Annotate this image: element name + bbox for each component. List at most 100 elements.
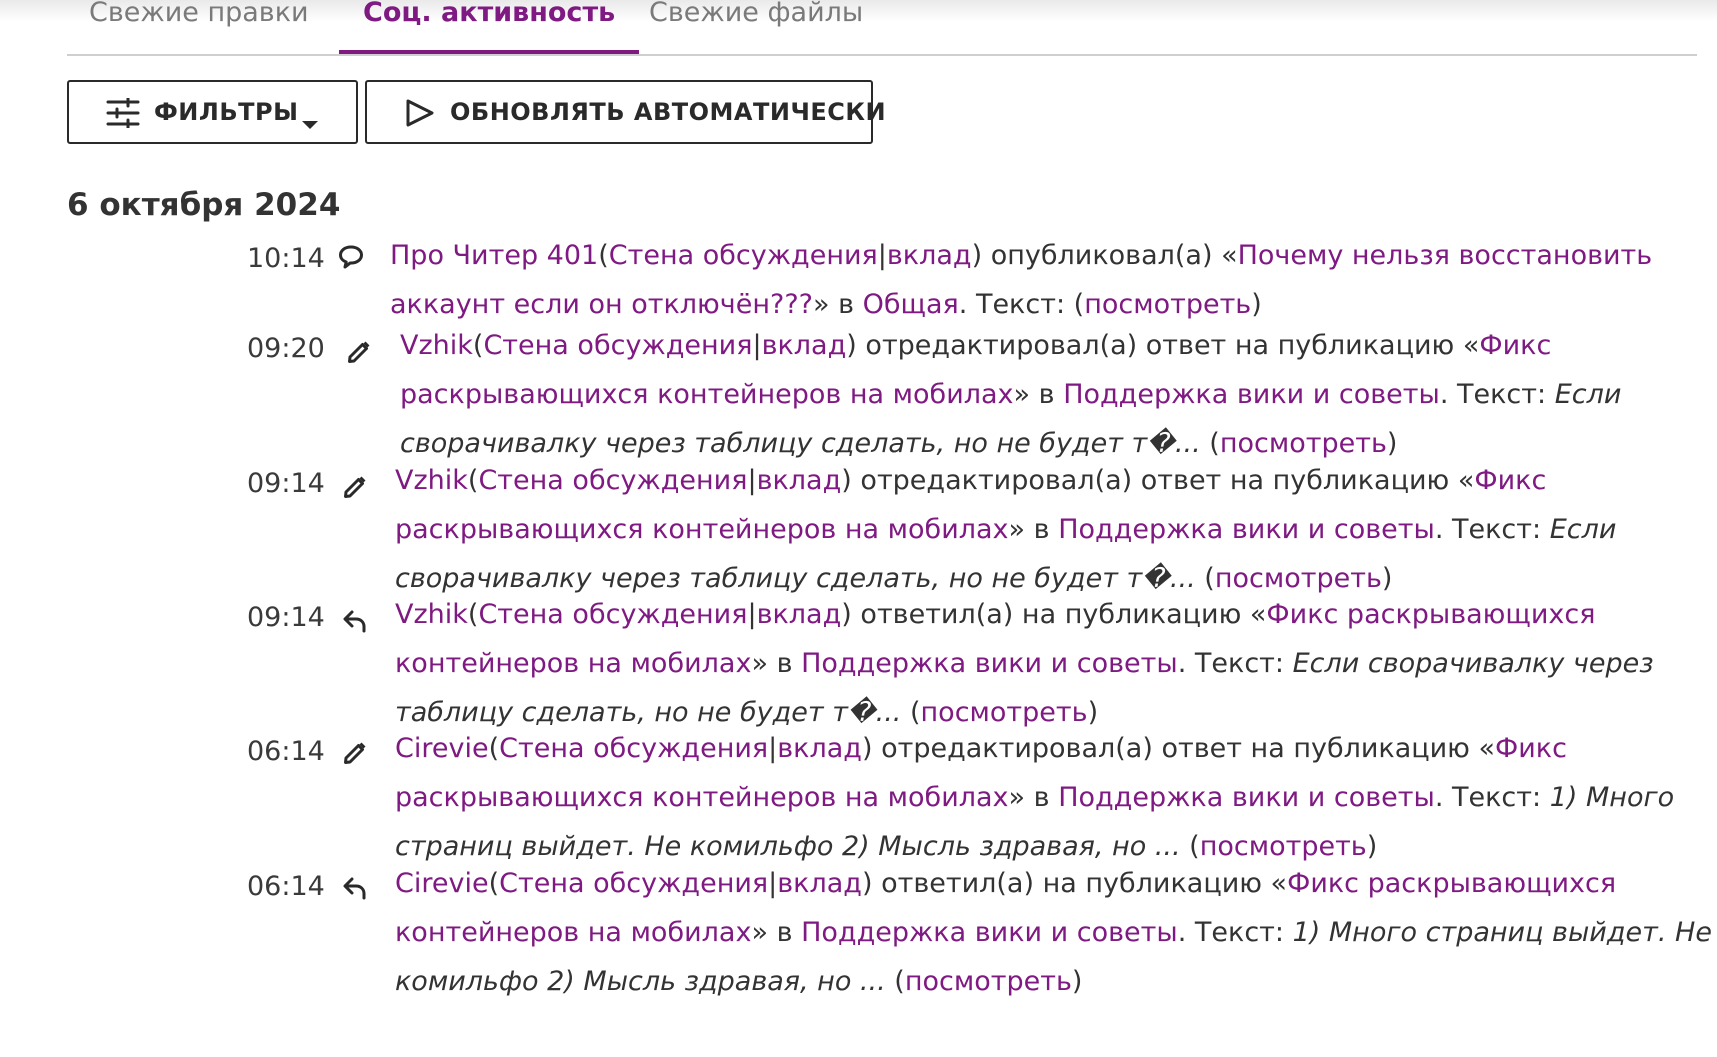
entry-time: 06:14 bbox=[247, 871, 325, 902]
view-link[interactable]: посмотреть bbox=[1084, 289, 1251, 320]
post-link-cont[interactable]: контейнеров на мобилах bbox=[395, 917, 751, 948]
user-link[interactable]: Vzhik bbox=[395, 465, 468, 496]
separator: | bbox=[877, 240, 887, 271]
paren-open: ( bbox=[467, 599, 479, 630]
quote-close: » bbox=[751, 648, 768, 679]
user-link[interactable]: Cirevie bbox=[395, 868, 489, 899]
contrib-link[interactable]: вклад bbox=[757, 599, 842, 630]
post-link-cont[interactable]: раскрывающихся контейнеров на мобилах bbox=[395, 514, 1009, 545]
text-label: Текст: bbox=[1452, 514, 1542, 545]
forum-link[interactable]: Поддержка вики и советы bbox=[801, 648, 1178, 679]
entry-time: 09:14 bbox=[247, 468, 325, 499]
excerpt-part-1: 1) Много bbox=[1549, 782, 1675, 813]
view-slot-2: (посмотреть) bbox=[1189, 831, 1377, 862]
excerpt-part-1: Если bbox=[1554, 379, 1622, 410]
reply-icon bbox=[342, 608, 368, 638]
post-link[interactable]: Почему нельзя восстановить bbox=[1238, 240, 1653, 271]
action-text: ответил(а) на публикацию « bbox=[860, 599, 1267, 630]
user-link[interactable]: Vzhik bbox=[395, 599, 468, 630]
tab-recent-changes[interactable]: Свежие правки bbox=[89, 0, 309, 54]
post-link[interactable]: Фикс раскрывающихся bbox=[1266, 599, 1595, 630]
entry-line-2: контейнеров на мобилах» в Поддержка вики… bbox=[395, 639, 1654, 688]
in-word: в bbox=[838, 289, 855, 320]
pencil-icon bbox=[346, 339, 372, 369]
reply-icon bbox=[342, 875, 368, 905]
forum-link[interactable]: Поддержка вики и советы bbox=[1058, 514, 1435, 545]
pencil-icon bbox=[342, 740, 368, 770]
paren-close: ) bbox=[1071, 966, 1083, 997]
paren-close: ) bbox=[861, 733, 873, 764]
entry-time: 10:14 bbox=[247, 243, 325, 274]
entry-line-2: контейнеров на мобилах» в Поддержка вики… bbox=[395, 908, 1712, 957]
separator: | bbox=[768, 733, 778, 764]
separator: | bbox=[747, 599, 757, 630]
excerpt-part-1: Если сворачивалку через bbox=[1292, 648, 1654, 679]
wall-link[interactable]: Стена обсуждения bbox=[478, 599, 747, 630]
forum-link[interactable]: Поддержка вики и советы bbox=[1058, 782, 1435, 813]
user-link[interactable]: Vzhik bbox=[400, 330, 473, 361]
filters-label: ФИЛЬТРЫ bbox=[154, 98, 299, 126]
post-link-cont[interactable]: аккаунт если он отключён??? bbox=[390, 289, 813, 320]
wall-link[interactable]: Стена обсуждения bbox=[609, 240, 878, 271]
entry-line-1: Vzhik(Стена обсуждения|вклад) ответил(а)… bbox=[395, 590, 1595, 639]
paren-open: ( bbox=[598, 240, 609, 271]
contrib-link[interactable]: вклад bbox=[887, 240, 972, 271]
post-link[interactable]: Фикс раскрывающихся bbox=[1287, 868, 1616, 899]
view-slot-2: (посмотреть) bbox=[1209, 428, 1397, 459]
period: . bbox=[1434, 782, 1444, 813]
quote-close: » bbox=[1013, 379, 1031, 410]
post-link[interactable]: Фикс bbox=[1495, 733, 1567, 764]
action-text: отредактировал(а) ответ на публикацию « bbox=[881, 733, 1496, 764]
view-link[interactable]: посмотреть bbox=[1220, 428, 1387, 459]
user-link[interactable]: Cirevie bbox=[395, 733, 489, 764]
text-label: Текст: bbox=[1452, 782, 1542, 813]
auto-update-button[interactable]: ОБНОВЛЯТЬ АВТОМАТИЧЕСКИ bbox=[365, 80, 886, 144]
filters-button[interactable]: ФИЛЬТРЫ bbox=[67, 80, 358, 144]
play-icon bbox=[405, 99, 435, 133]
post-link-cont[interactable]: раскрывающихся контейнеров на мобилах bbox=[400, 379, 1014, 410]
quote-close: » bbox=[1008, 514, 1026, 545]
contrib-link[interactable]: вклад bbox=[757, 465, 842, 496]
wall-link[interactable]: Стена обсуждения bbox=[499, 868, 768, 899]
wall-link[interactable]: Стена обсуждения bbox=[483, 330, 752, 361]
quote-close: » bbox=[1008, 782, 1026, 813]
forum-link[interactable]: Общая bbox=[863, 289, 959, 320]
text-label: Текст: bbox=[1194, 917, 1284, 948]
entry-line-1: Cirevie(Стена обсуждения|вклад) отредакт… bbox=[395, 724, 1567, 773]
contrib-link[interactable]: вклад bbox=[762, 330, 847, 361]
period: . bbox=[958, 289, 968, 320]
period: . bbox=[1439, 379, 1449, 410]
tab-recent-files[interactable]: Свежие файлы bbox=[649, 0, 863, 54]
tab-social-activity[interactable]: Соц. активность bbox=[339, 0, 640, 54]
post-link-cont[interactable]: раскрывающихся контейнеров на мобилах bbox=[395, 782, 1009, 813]
entry-time: 06:14 bbox=[247, 736, 325, 767]
entry-time: 09:14 bbox=[247, 602, 325, 633]
sliders-icon bbox=[106, 97, 140, 134]
paren-close: ) bbox=[1366, 831, 1378, 862]
post-link[interactable]: Фикс bbox=[1479, 330, 1551, 361]
view-link[interactable]: посмотреть bbox=[1200, 831, 1367, 862]
text-label: Текст: bbox=[975, 289, 1066, 320]
excerpt-part-1: 1) Много страниц выйдет. Не bbox=[1292, 917, 1712, 948]
paren-close: ) bbox=[841, 599, 852, 630]
forum-link[interactable]: Поддержка вики и советы bbox=[1063, 379, 1440, 410]
paren-open: ( bbox=[1189, 831, 1200, 862]
text-label: Текст: bbox=[1194, 648, 1284, 679]
entry-line-1: Vzhik(Стена обсуждения|вклад) отредактир… bbox=[400, 321, 1551, 370]
forum-link[interactable]: Поддержка вики и советы bbox=[801, 917, 1178, 948]
action-text: отредактировал(а) ответ на публикацию « bbox=[860, 465, 1475, 496]
quote-close: » bbox=[813, 289, 830, 320]
paren-close: ) bbox=[971, 240, 983, 271]
post-link[interactable]: Фикс bbox=[1474, 465, 1546, 496]
paren-open: ( bbox=[472, 330, 484, 361]
view-link[interactable]: посмотреть bbox=[905, 966, 1072, 997]
excerpt-part-2: страниц выйдет. Не комильфо 2) Мысль здр… bbox=[395, 831, 1181, 862]
contrib-link[interactable]: вклад bbox=[777, 733, 862, 764]
tab-label: Свежие правки bbox=[89, 0, 309, 28]
wall-link[interactable]: Стена обсуждения bbox=[478, 465, 747, 496]
user-link[interactable]: Про Читер 401 bbox=[390, 240, 598, 271]
post-link-cont[interactable]: контейнеров на мобилах bbox=[395, 648, 751, 679]
wall-link[interactable]: Стена обсуждения bbox=[499, 733, 768, 764]
separator: | bbox=[752, 330, 762, 361]
contrib-link[interactable]: вклад bbox=[777, 868, 862, 899]
